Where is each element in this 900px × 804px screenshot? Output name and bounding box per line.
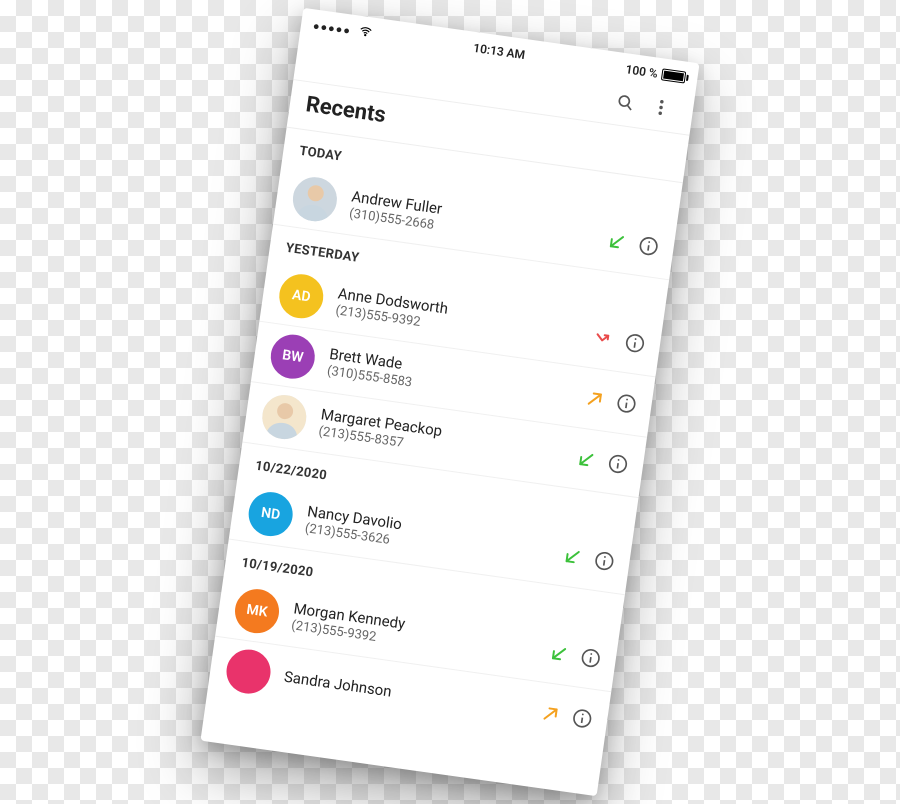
signal-dots: ●●●●● <box>312 19 352 37</box>
info-icon[interactable] <box>570 706 595 731</box>
avatar-photo <box>259 392 309 442</box>
avatar-initials: BW <box>268 332 318 382</box>
recents-list[interactable]: TODAYAndrew Fuller(310)555-2668YESTERDAY… <box>200 128 682 797</box>
call-direction-incoming-icon <box>576 449 596 469</box>
avatar-initials: AD <box>276 271 326 321</box>
call-direction-outgoing-icon <box>585 389 605 409</box>
avatar-initials: ND <box>246 489 296 539</box>
avatar-initials: MK <box>232 586 282 636</box>
call-direction-outgoing-icon <box>540 704 560 724</box>
search-icon[interactable] <box>605 82 646 123</box>
info-icon[interactable] <box>592 549 617 574</box>
battery-icon <box>661 68 686 83</box>
info-icon[interactable] <box>578 646 603 671</box>
more-vert-icon[interactable] <box>641 87 682 128</box>
call-direction-incoming-icon <box>607 232 627 252</box>
call-direction-incoming-icon <box>563 546 583 566</box>
info-icon[interactable] <box>614 391 639 416</box>
info-icon[interactable] <box>636 234 661 259</box>
call-direction-missed-icon <box>593 329 613 349</box>
battery-text: 100 % <box>625 62 659 80</box>
info-icon[interactable] <box>623 331 648 356</box>
avatar-photo <box>290 174 340 224</box>
info-icon[interactable] <box>606 452 631 477</box>
call-direction-incoming-icon <box>549 643 569 663</box>
phone-frame: ●●●●● 10:13 AM 100 % Recent <box>200 8 699 796</box>
avatar-initials <box>224 647 274 697</box>
